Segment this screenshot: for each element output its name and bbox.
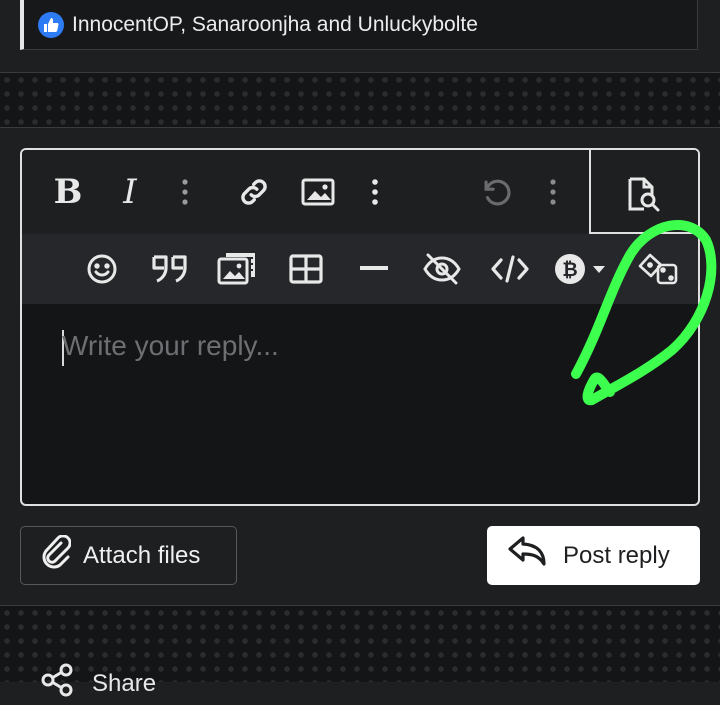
horizontal-rule-icon[interactable]: [354, 250, 394, 288]
image-icon[interactable]: [298, 174, 338, 210]
undo-icon[interactable]: [476, 174, 516, 210]
svg-text:₿: ₿: [562, 259, 577, 281]
preview-button[interactable]: [589, 150, 698, 234]
attach-files-button[interactable]: Attach files: [20, 526, 237, 585]
more-icon[interactable]: [362, 174, 388, 210]
divider: [0, 127, 720, 128]
share-icon: [40, 662, 76, 705]
paperclip-icon: [41, 534, 72, 576]
post-reply-button[interactable]: Post reply: [487, 526, 700, 585]
more-icon[interactable]: [540, 174, 566, 210]
reactions-text[interactable]: InnocentOP, Sanaroonjha and Unluckybolte: [72, 13, 478, 37]
italic-icon[interactable]: I: [112, 170, 148, 214]
preview-icon: [621, 174, 665, 214]
post-reply-label: Post reply: [563, 541, 670, 569]
table-icon[interactable]: [286, 250, 326, 288]
more-icon[interactable]: [172, 174, 198, 210]
dice-icon[interactable]: [634, 250, 682, 288]
media-gallery-icon[interactable]: [216, 248, 260, 288]
reply-input[interactable]: Write your reply...: [62, 330, 279, 362]
link-icon[interactable]: [234, 174, 274, 210]
bitcoin-icon[interactable]: ₿: [552, 250, 612, 288]
reply-icon: [507, 535, 547, 576]
smile-icon[interactable]: [82, 250, 122, 288]
eye-off-icon[interactable]: [420, 250, 464, 288]
bold-icon[interactable]: B: [48, 170, 88, 214]
share-label: Share: [92, 669, 157, 697]
quote-icon[interactable]: [148, 250, 192, 288]
reply-editor: B I ₿ Write your reply...: [20, 148, 700, 506]
code-icon[interactable]: [488, 250, 532, 288]
attach-files-label: Attach files: [83, 541, 201, 569]
pattern-band: [0, 73, 720, 127]
like-icon: [38, 11, 64, 38]
editor-toolbar-secondary: ₿: [22, 234, 698, 304]
reactions-bar[interactable]: InnocentOP, Sanaroonjha and Unluckybolte: [20, 0, 698, 50]
share-button[interactable]: Share: [40, 662, 156, 705]
